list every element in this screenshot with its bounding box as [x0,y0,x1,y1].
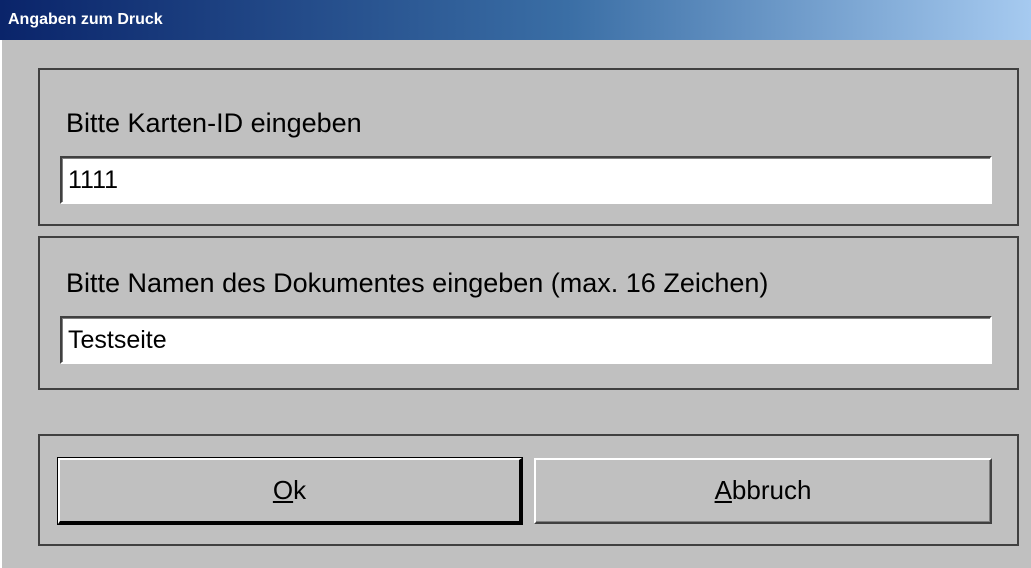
ok-button[interactable]: Ok [57,457,523,525]
ok-button-label: k [293,475,307,505]
card-id-group: Bitte Karten-ID eingeben [38,68,1019,226]
document-name-input[interactable] [60,316,992,364]
cancel-button-label: bbruch [731,475,812,505]
window-title-bar[interactable]: Angaben zum Druck [0,0,1031,40]
cancel-button-mnemonic: A [714,475,732,505]
window-title: Angaben zum Druck [8,11,163,28]
cancel-button[interactable]: Abbruch [534,458,992,524]
card-id-label: Bitte Karten-ID eingeben [66,108,362,138]
ok-button-mnemonic: O [272,475,294,505]
document-name-label: Bitte Namen des Dokumentes eingeben (max… [66,268,769,298]
card-id-input[interactable] [60,156,992,204]
dialog-body: Bitte Karten-ID eingeben Bitte Namen des… [0,40,1031,568]
button-group: Ok Abbruch [38,434,1019,546]
document-name-group: Bitte Namen des Dokumentes eingeben (max… [38,236,1019,390]
